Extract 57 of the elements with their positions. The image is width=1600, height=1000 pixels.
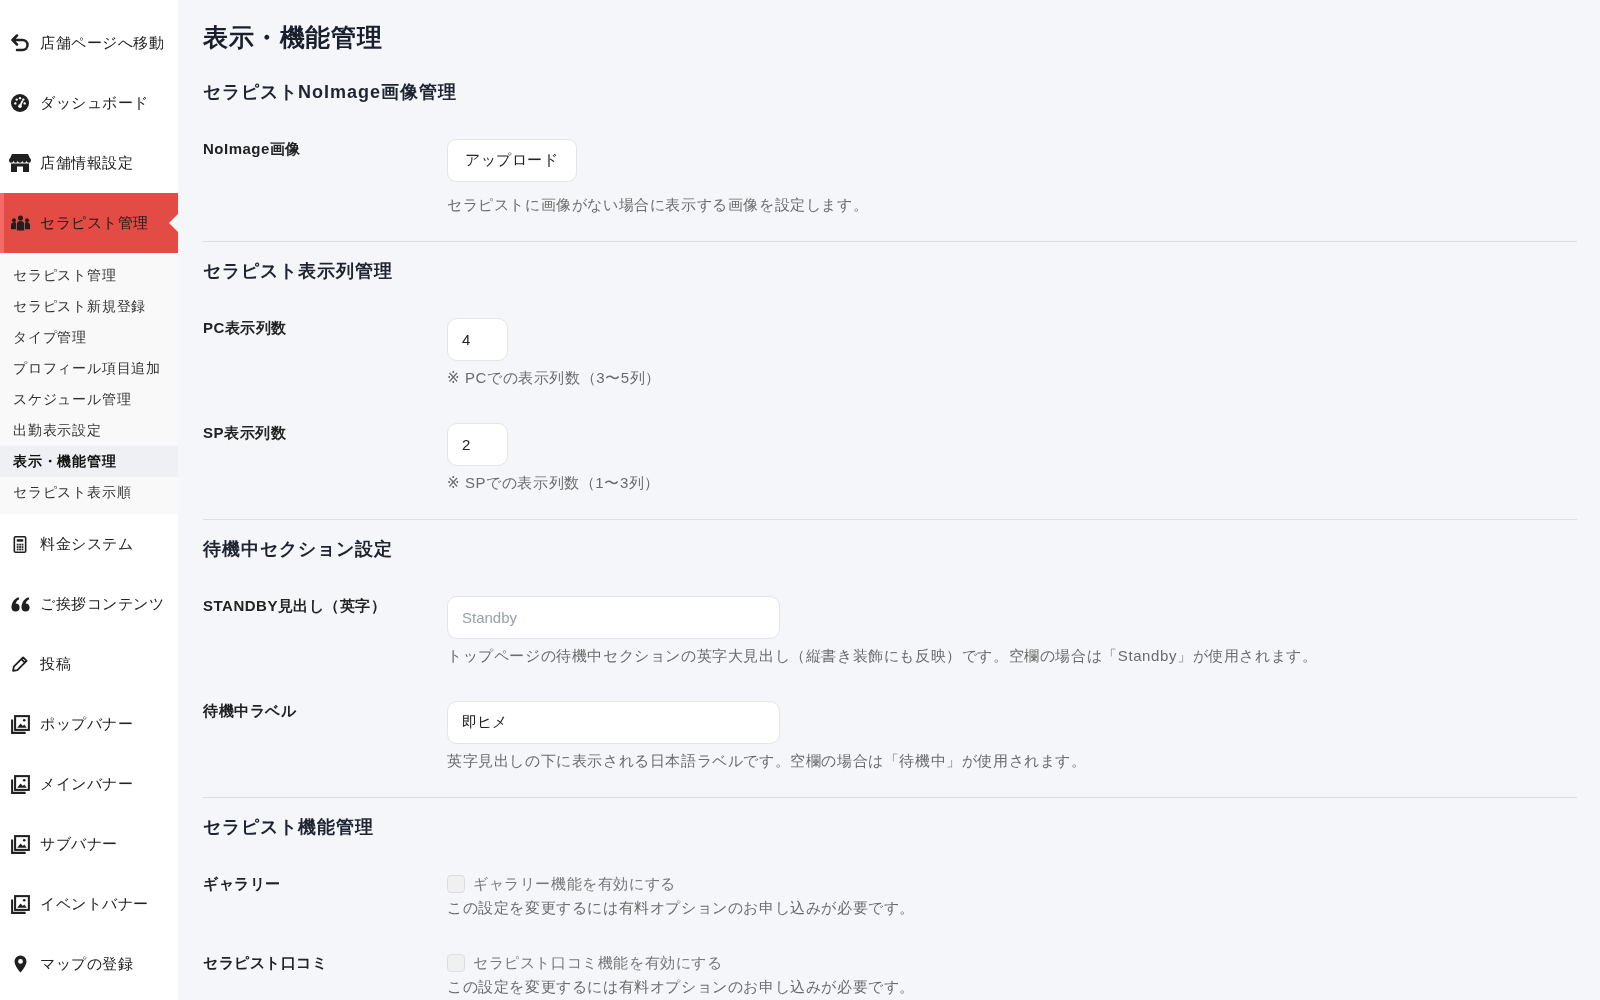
- submenu-item[interactable]: 表示・機能管理: [0, 446, 178, 477]
- number-input[interactable]: 4: [447, 318, 508, 361]
- help-text: 英字見出しの下に表示される日本語ラベルです。空欄の場合は「待機中」が使用されます。: [447, 751, 1087, 771]
- help-text: トップページの待機中セクションの英字大見出し（縦書き装飾にも反映）です。空欄の場合は「Standby」が使用されます。: [447, 646, 1318, 666]
- sidebar-item[interactable]: ダッシュボード: [0, 73, 178, 133]
- sidebar-item[interactable]: 店舗ページへ移動: [0, 13, 178, 73]
- sidebar-item[interactable]: サブバナー: [0, 814, 178, 874]
- submenu-item[interactable]: セラピスト表示順: [0, 477, 178, 508]
- submenu-item[interactable]: タイプ管理: [0, 322, 178, 353]
- field-label: NoImage画像: [203, 139, 302, 159]
- quote-icon: [10, 596, 30, 612]
- field-label: 待機中ラベル: [203, 701, 297, 721]
- submenu-item[interactable]: スケジュール管理: [0, 384, 178, 415]
- sidebar-item[interactable]: ご挨拶コンテンツ: [0, 574, 178, 634]
- sidebar-item[interactable]: メインバナー: [0, 754, 178, 814]
- images-icon: [10, 834, 30, 854]
- sidebar-item[interactable]: 店舗情報設定: [0, 133, 178, 193]
- images-icon: [10, 894, 30, 914]
- submenu-item[interactable]: プロフィール項目追加: [0, 353, 178, 384]
- sidebar-item[interactable]: セラピスト管理: [0, 193, 178, 253]
- pencil-icon: [12, 656, 28, 672]
- store-icon: [9, 154, 31, 172]
- sidebar-item[interactable]: 料金システム: [0, 514, 178, 574]
- field-label: SP表示列数: [203, 423, 287, 443]
- field-label: PC表示列数: [203, 318, 288, 338]
- help-text: この設定を変更するには有料オプションのお申し込みが必要です。: [447, 898, 915, 918]
- gauge-icon: [11, 94, 29, 112]
- submenu-item[interactable]: 出勤表示設定: [0, 415, 178, 446]
- calculator-icon: [13, 535, 27, 553]
- field-label: ギャラリー: [203, 874, 282, 894]
- people-icon: [10, 215, 30, 231]
- sidebar-item[interactable]: ポップバナー: [0, 694, 178, 754]
- undo-arrow-icon: [11, 34, 29, 52]
- help-text: ※ PCでの表示列数（3〜5列）: [447, 368, 661, 388]
- field-label: STANDBY見出し（英字）: [203, 596, 388, 616]
- help-text: ※ SPでの表示列数（1〜3列）: [447, 473, 661, 493]
- images-icon: [10, 774, 30, 794]
- section-heading: 待機中セクション設定: [203, 538, 394, 561]
- text-input[interactable]: Standby: [447, 596, 780, 639]
- map-pin-icon: [13, 955, 27, 973]
- text-input[interactable]: 即ヒメ: [447, 701, 780, 744]
- help-text: セラピストに画像がない場合に表示する画像を設定します。: [447, 195, 869, 215]
- field-label: セラピスト口コミ: [203, 953, 328, 973]
- sidebar-item[interactable]: イベントバナー: [0, 874, 178, 934]
- submenu-item[interactable]: セラピスト管理: [0, 260, 178, 291]
- sidebar-item[interactable]: マップの登録: [0, 934, 178, 994]
- number-input[interactable]: 2: [447, 423, 508, 466]
- images-icon: [10, 714, 30, 734]
- sidebar-item[interactable]: 投稿: [0, 634, 178, 694]
- page-title: 表示・機能管理: [203, 22, 384, 53]
- section-heading: セラピスト機能管理: [203, 816, 375, 839]
- caret-icon: [169, 214, 178, 232]
- section-heading: セラピストNoImage画像管理: [203, 81, 459, 104]
- section-heading: セラピスト表示列管理: [203, 260, 394, 283]
- upload-button[interactable]: アップロード: [447, 139, 577, 182]
- help-text: この設定を変更するには有料オプションのお申し込みが必要です。: [447, 977, 915, 997]
- submenu-item[interactable]: セラピスト新規登録: [0, 291, 178, 322]
